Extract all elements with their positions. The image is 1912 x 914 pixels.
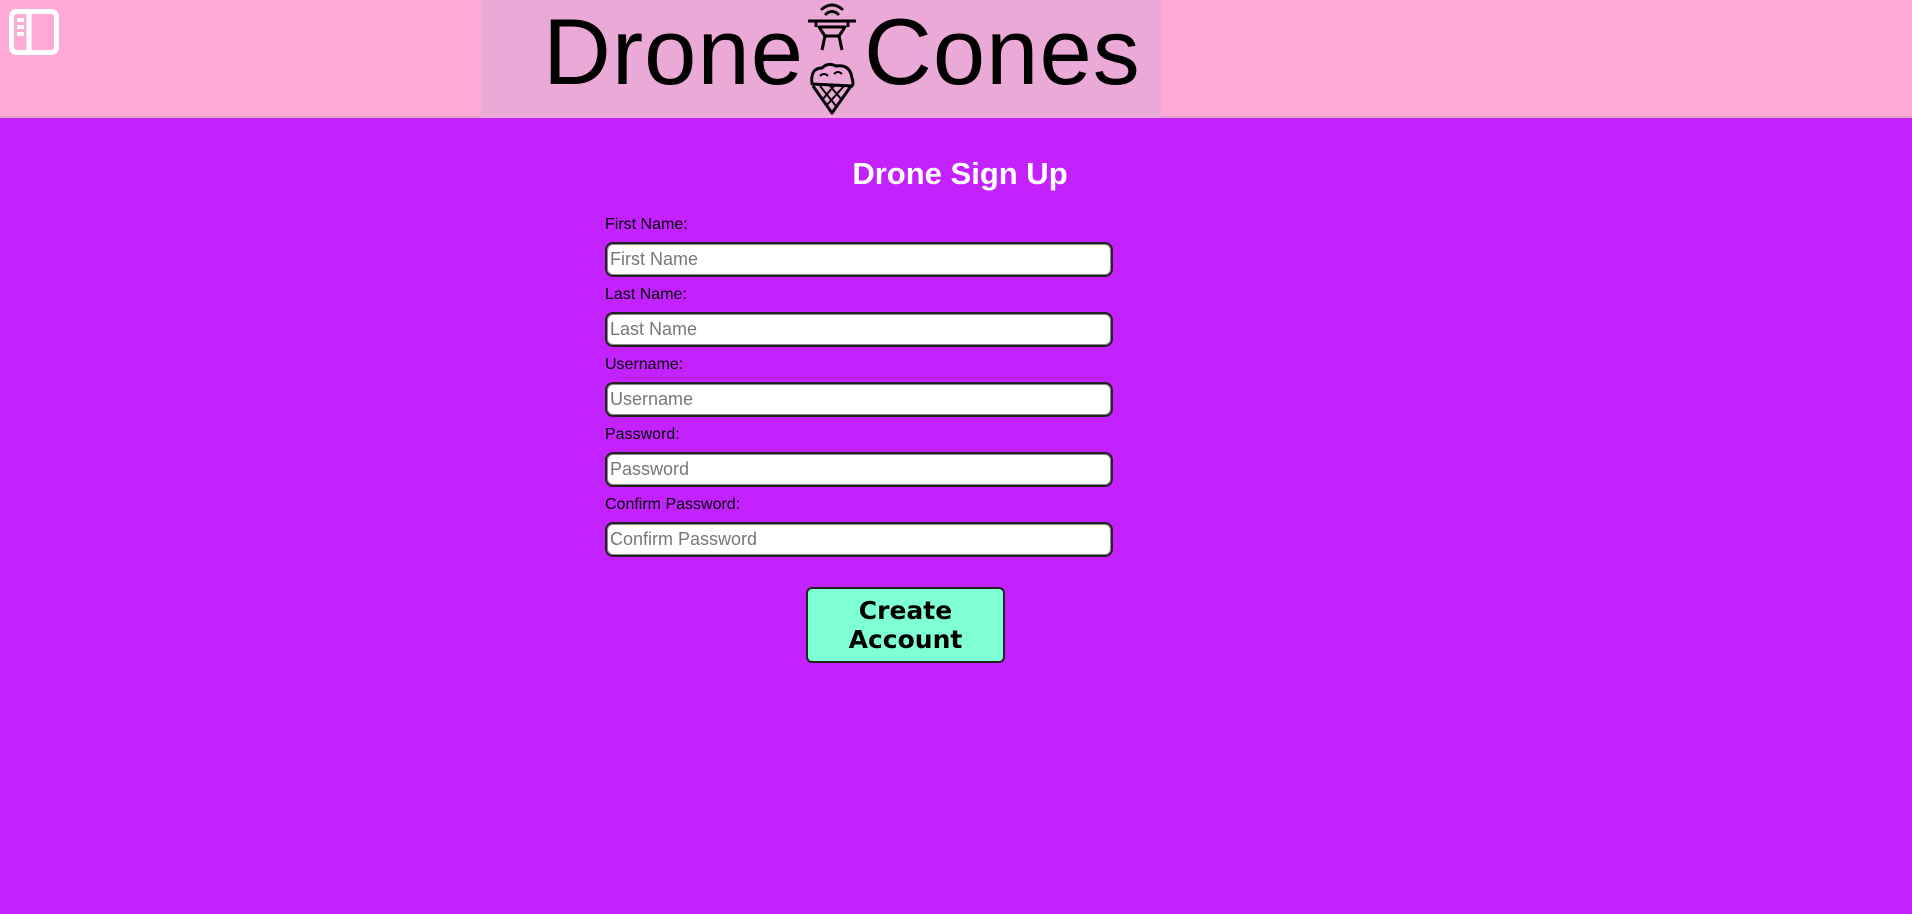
last-name-input[interactable] [605, 312, 1113, 347]
create-account-button[interactable]: Create Account [806, 587, 1005, 663]
first-name-input[interactable] [605, 242, 1113, 277]
logo-text-cones: Cones [864, 0, 1141, 104]
page-title: Drone Sign Up [852, 156, 1068, 191]
last-name-label: Last Name: [605, 286, 687, 303]
logo-text-drone: Drone [543, 0, 805, 104]
site-logo[interactable]: Drone Cones [481, 0, 1161, 118]
sidebar-toggle-icon[interactable] [9, 9, 59, 55]
confirm-password-input[interactable] [605, 522, 1113, 557]
username-input[interactable] [605, 382, 1113, 417]
confirm-password-label: Confirm Password: [605, 496, 741, 513]
username-label: Username: [605, 356, 684, 373]
password-label: Password: [605, 426, 680, 443]
password-input[interactable] [605, 452, 1113, 487]
first-name-label: First Name: [605, 216, 688, 233]
drone-cone-icon [808, 3, 856, 115]
site-header: Drone Cones [0, 0, 1912, 118]
